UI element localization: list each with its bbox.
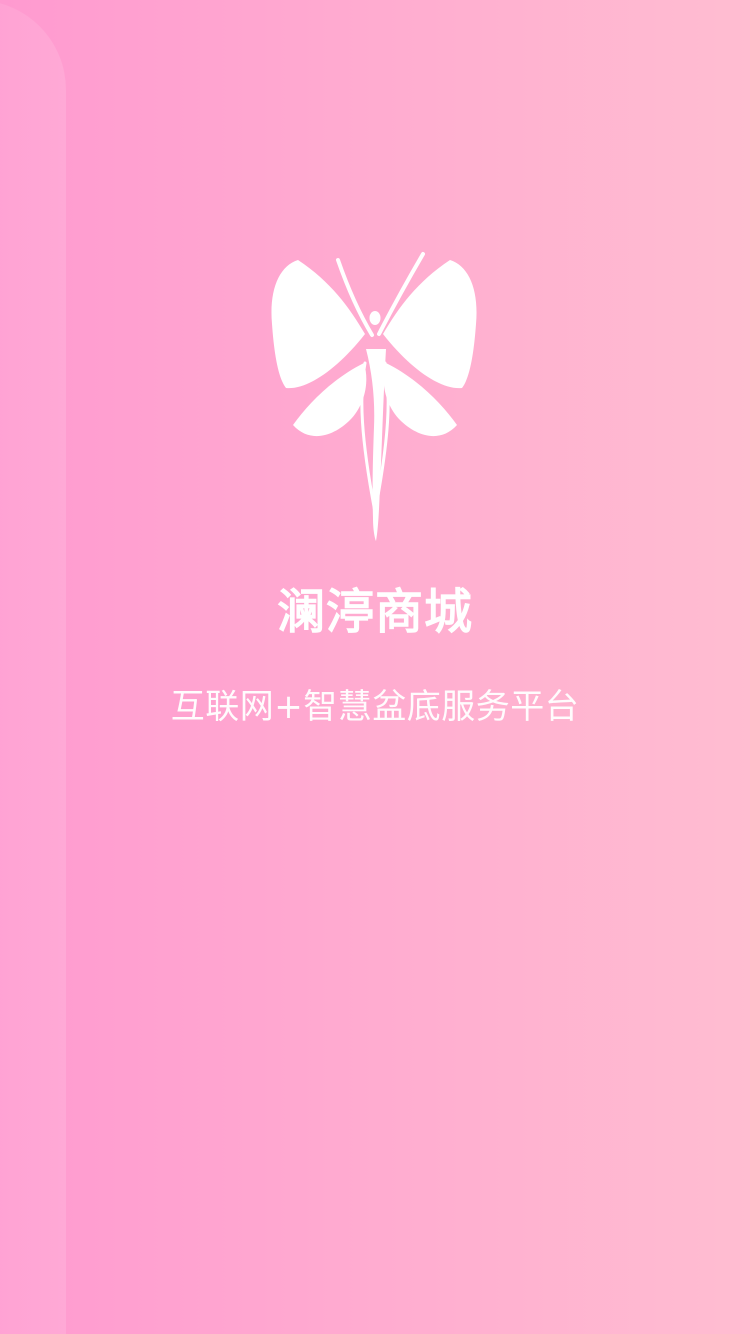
splash-screen: 澜渟商城 互联网+智慧盆底服务平台	[0, 0, 750, 1334]
decorative-side-band	[0, 0, 66, 1334]
app-title: 澜渟商城	[276, 584, 473, 640]
app-subtitle: 互联网+智慧盆底服务平台	[170, 687, 580, 727]
butterfly-icon	[271, 252, 477, 541]
